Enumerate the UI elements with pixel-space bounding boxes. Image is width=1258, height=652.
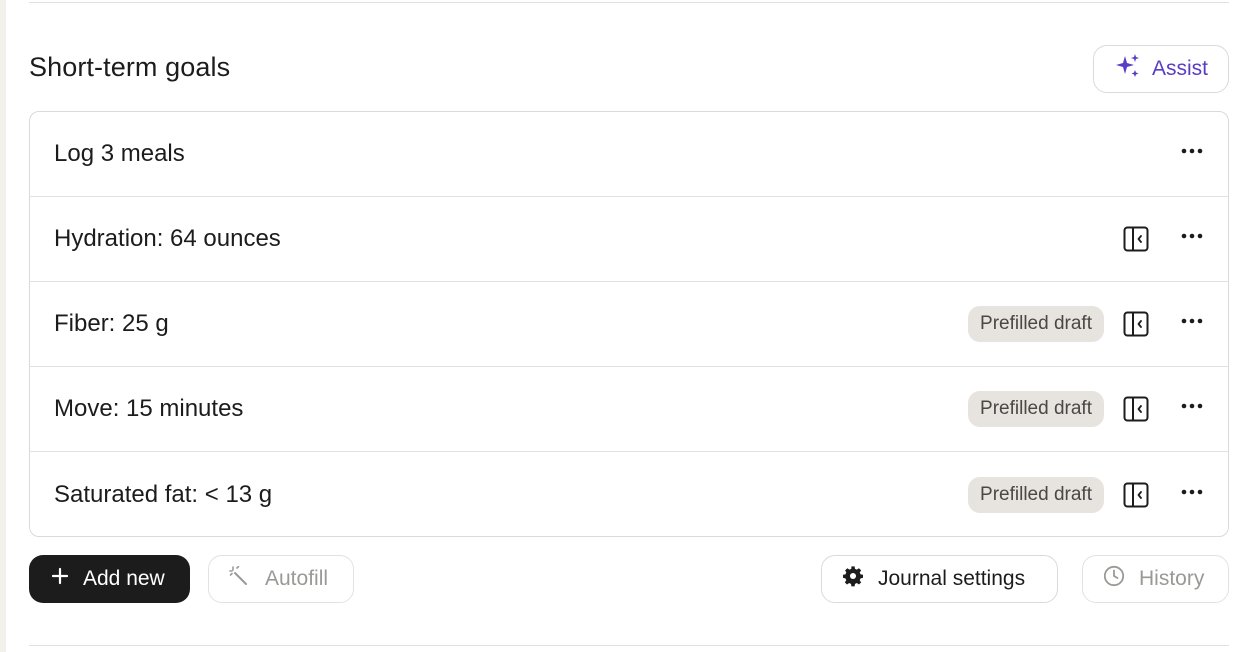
goal-row[interactable]: Fiber: 25 g Prefilled draft [30, 282, 1228, 367]
assist-button[interactable]: Assist [1093, 45, 1229, 93]
goals-panel: Short-term goals Assist Log 3 meals Hydr… [6, 0, 1258, 652]
goal-row[interactable]: Log 3 meals [30, 112, 1228, 197]
side-panel-icon[interactable] [1122, 225, 1150, 253]
goal-label: Log 3 meals [54, 140, 185, 167]
goals-list: Log 3 meals Hydration: 64 ounces Fiber: … [29, 111, 1229, 537]
status-badge: Prefilled draft [968, 476, 1104, 513]
more-horizontal-icon[interactable] [1180, 480, 1204, 504]
more-horizontal-icon[interactable] [1180, 139, 1204, 163]
goal-row[interactable]: Saturated fat: < 13 g Prefilled draft [30, 452, 1228, 536]
more-horizontal-icon[interactable] [1180, 224, 1204, 248]
side-panel-icon[interactable] [1122, 310, 1150, 338]
goal-label: Hydration: 64 ounces [54, 225, 281, 252]
plus-icon [51, 567, 69, 591]
more-horizontal-icon[interactable] [1180, 309, 1204, 333]
history-label: History [1139, 567, 1205, 590]
sparkle-icon [1114, 52, 1142, 86]
more-horizontal-icon[interactable] [1180, 394, 1204, 418]
goal-row[interactable]: Move: 15 minutes Prefilled draft [30, 367, 1228, 452]
journal-settings-button[interactable]: Journal settings [821, 555, 1058, 603]
add-new-button[interactable]: Add new [29, 555, 190, 603]
gear-icon [842, 565, 864, 593]
side-panel-icon[interactable] [1122, 395, 1150, 423]
clock-icon [1103, 565, 1125, 593]
autofill-button[interactable]: Autofill [208, 555, 354, 603]
journal-settings-label: Journal settings [878, 567, 1026, 590]
history-button[interactable]: History [1082, 555, 1229, 603]
bottom-divider [29, 645, 1229, 646]
top-divider [29, 2, 1229, 3]
magic-wand-icon [229, 565, 249, 592]
side-panel-icon[interactable] [1122, 481, 1150, 509]
goal-label: Move: 15 minutes [54, 395, 244, 422]
goal-label: Saturated fat: < 13 g [54, 480, 273, 508]
section-title: Short-term goals [29, 52, 231, 82]
status-badge: Prefilled draft [968, 391, 1104, 427]
goal-label: Fiber: 25 g [54, 310, 169, 337]
status-badge: Prefilled draft [968, 306, 1104, 342]
assist-label: Assist [1151, 57, 1208, 80]
goal-row[interactable]: Hydration: 64 ounces [30, 197, 1228, 282]
add-new-label: Add new [83, 567, 165, 590]
autofill-label: Autofill [265, 567, 329, 590]
